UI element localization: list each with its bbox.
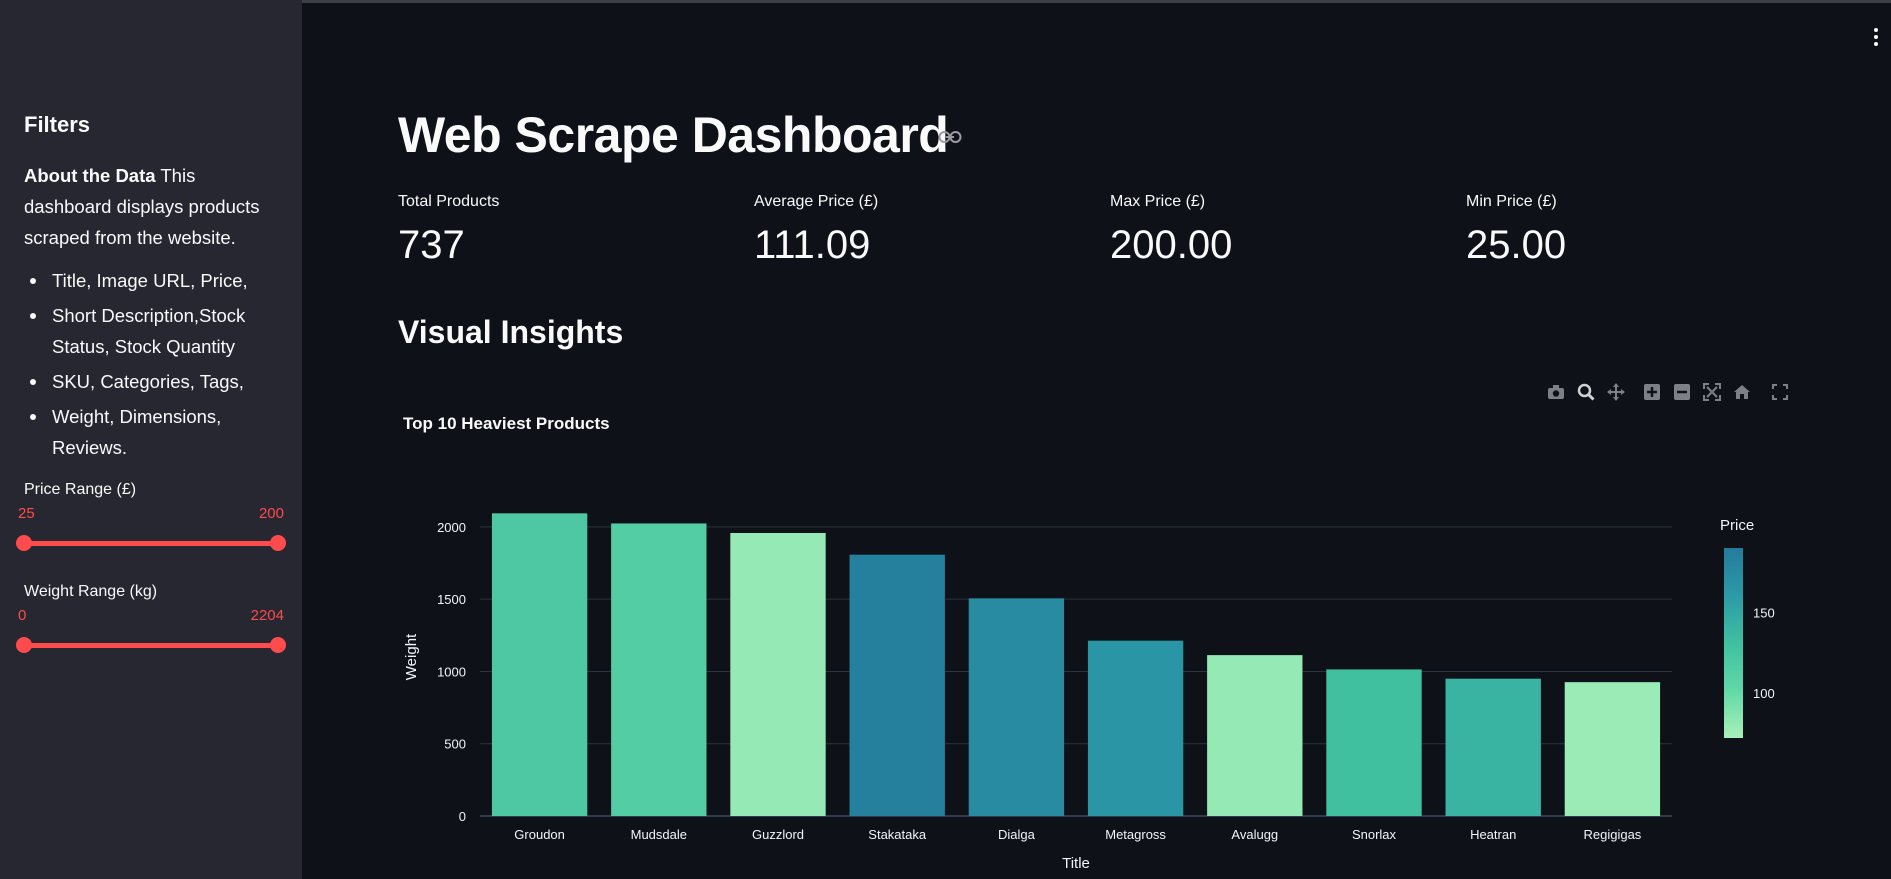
metric-min-price: Min Price (£) 25.00 [1466, 193, 1806, 268]
sidebar-title: Filters [24, 112, 91, 137]
zoom-out-icon[interactable] [1672, 382, 1692, 402]
weight-range-slider[interactable]: Weight Range (kg) 0 2204 [16, 583, 286, 667]
x-axis-title: Title [1062, 855, 1090, 872]
list-item: Short Description,Stock Status, Stock Qu… [24, 300, 278, 362]
colorbar-tick-label: 150 [1753, 605, 1775, 620]
price-range-label: Price Range (£) [24, 481, 137, 498]
bar-snorlax [1326, 669, 1422, 816]
list-item: Weight, Dimensions, Reviews. [24, 401, 278, 463]
chart-toolbar [1546, 382, 1790, 402]
x-tick-label: Dialga [998, 827, 1036, 842]
about-data-heading: About the Data [24, 165, 156, 186]
metric-max-price: Max Price (£) 200.00 [1110, 193, 1450, 268]
y-tick-label: 0 [459, 809, 466, 824]
metric-value: 200.00 [1110, 223, 1233, 267]
metric-label: Max Price (£) [1110, 193, 1206, 210]
bar-stakataka [849, 554, 945, 816]
sidebar: Filters About the Data This dashboard di… [0, 0, 302, 879]
bar-chart: Top 10 Heaviest Products 0 500 1000 1500 200… [398, 408, 1798, 879]
camera-icon[interactable] [1546, 382, 1566, 402]
bar-heatran [1445, 678, 1541, 816]
bar-metagross [1087, 640, 1184, 816]
metric-value: 737 [398, 223, 465, 267]
x-tick-label: Snorlax [1352, 827, 1397, 842]
weight-range-max: 2204 [250, 607, 284, 624]
metric-value: 25.00 [1466, 223, 1567, 267]
x-tick-label: Regigigas [1583, 827, 1641, 842]
metric-label: Total Products [398, 193, 500, 210]
section-title: Visual Insights [398, 314, 624, 350]
y-tick-label: 1500 [437, 592, 466, 607]
weight-range-min: 0 [18, 607, 27, 624]
weight-range-min-handle[interactable] [16, 637, 32, 653]
zoom-icon[interactable] [1576, 382, 1596, 402]
zoom-in-icon[interactable] [1642, 382, 1662, 402]
price-range-max: 200 [258, 505, 284, 522]
bar-groudon [491, 513, 588, 816]
price-range-min: 25 [18, 505, 35, 522]
autoscale-icon[interactable] [1702, 382, 1722, 402]
about-data-text: About the Data This dashboard displays p… [24, 160, 278, 253]
x-tick-label: Groudon [514, 827, 565, 842]
metric-label: Min Price (£) [1466, 193, 1557, 210]
bar-avalugg [1207, 655, 1303, 816]
link-icon[interactable] [938, 130, 962, 144]
main-content: Web Scrape Dashboard Total Products 737 … [398, 0, 1798, 879]
price-range-max-handle[interactable] [270, 535, 286, 551]
x-tick-label: Mudsdale [631, 827, 687, 842]
y-tick-label: 1000 [437, 664, 466, 679]
reset-axes-icon[interactable] [1732, 382, 1752, 402]
metric-total-products: Total Products 737 [398, 193, 738, 268]
price-range-track[interactable] [24, 541, 278, 546]
list-item: Title, Image URL, Price, [24, 265, 278, 296]
price-range-min-handle[interactable] [16, 535, 32, 551]
colorbar-title: Price [1720, 517, 1754, 534]
x-tick-label: Guzzlord [752, 827, 804, 842]
x-tick-label: Heatran [1470, 827, 1516, 842]
weight-range-label: Weight Range (kg) [24, 583, 158, 600]
metric-average-price: Average Price (£) 111.09 [754, 193, 1094, 268]
bar-guzzlord [730, 532, 826, 816]
bar-regigigas [1564, 682, 1661, 816]
fields-list: Title, Image URL, Price, Short Descripti… [24, 265, 278, 463]
price-range-slider[interactable]: Price Range (£) 25 200 [16, 481, 286, 565]
bar-dialga [968, 598, 1065, 816]
x-tick-label: Metagross [1105, 827, 1166, 842]
weight-range-values: 0 2204 [18, 607, 284, 629]
y-axis-title: Weight [403, 633, 420, 680]
metric-label: Average Price (£) [754, 193, 879, 210]
x-tick-label: Avalugg [1231, 827, 1278, 842]
weight-range-track[interactable] [24, 643, 278, 648]
colorbar [1724, 548, 1743, 738]
chart-svg: 0 500 1000 1500 2000 Groudon Mudsdale Guzzlord S… [403, 513, 1775, 872]
y-tick-label: 2000 [437, 520, 466, 535]
weight-range-max-handle[interactable] [270, 637, 286, 653]
fullscreen-icon[interactable] [1770, 382, 1790, 402]
price-range-values: 25 200 [18, 505, 284, 527]
y-tick-label: 500 [444, 737, 466, 752]
main-menu-icon[interactable] [1873, 28, 1879, 46]
metrics-row: Total Products 737 Average Price (£) 111… [398, 193, 1818, 273]
page-title: Web Scrape Dashboard [398, 107, 949, 163]
bar-mudsdale [611, 523, 707, 816]
x-tick-label: Stakataka [868, 827, 927, 842]
metric-value: 111.09 [754, 223, 871, 267]
colorbar-tick-label: 100 [1753, 686, 1775, 701]
pan-icon[interactable] [1606, 382, 1626, 402]
list-item: SKU, Categories, Tags, [24, 366, 278, 397]
